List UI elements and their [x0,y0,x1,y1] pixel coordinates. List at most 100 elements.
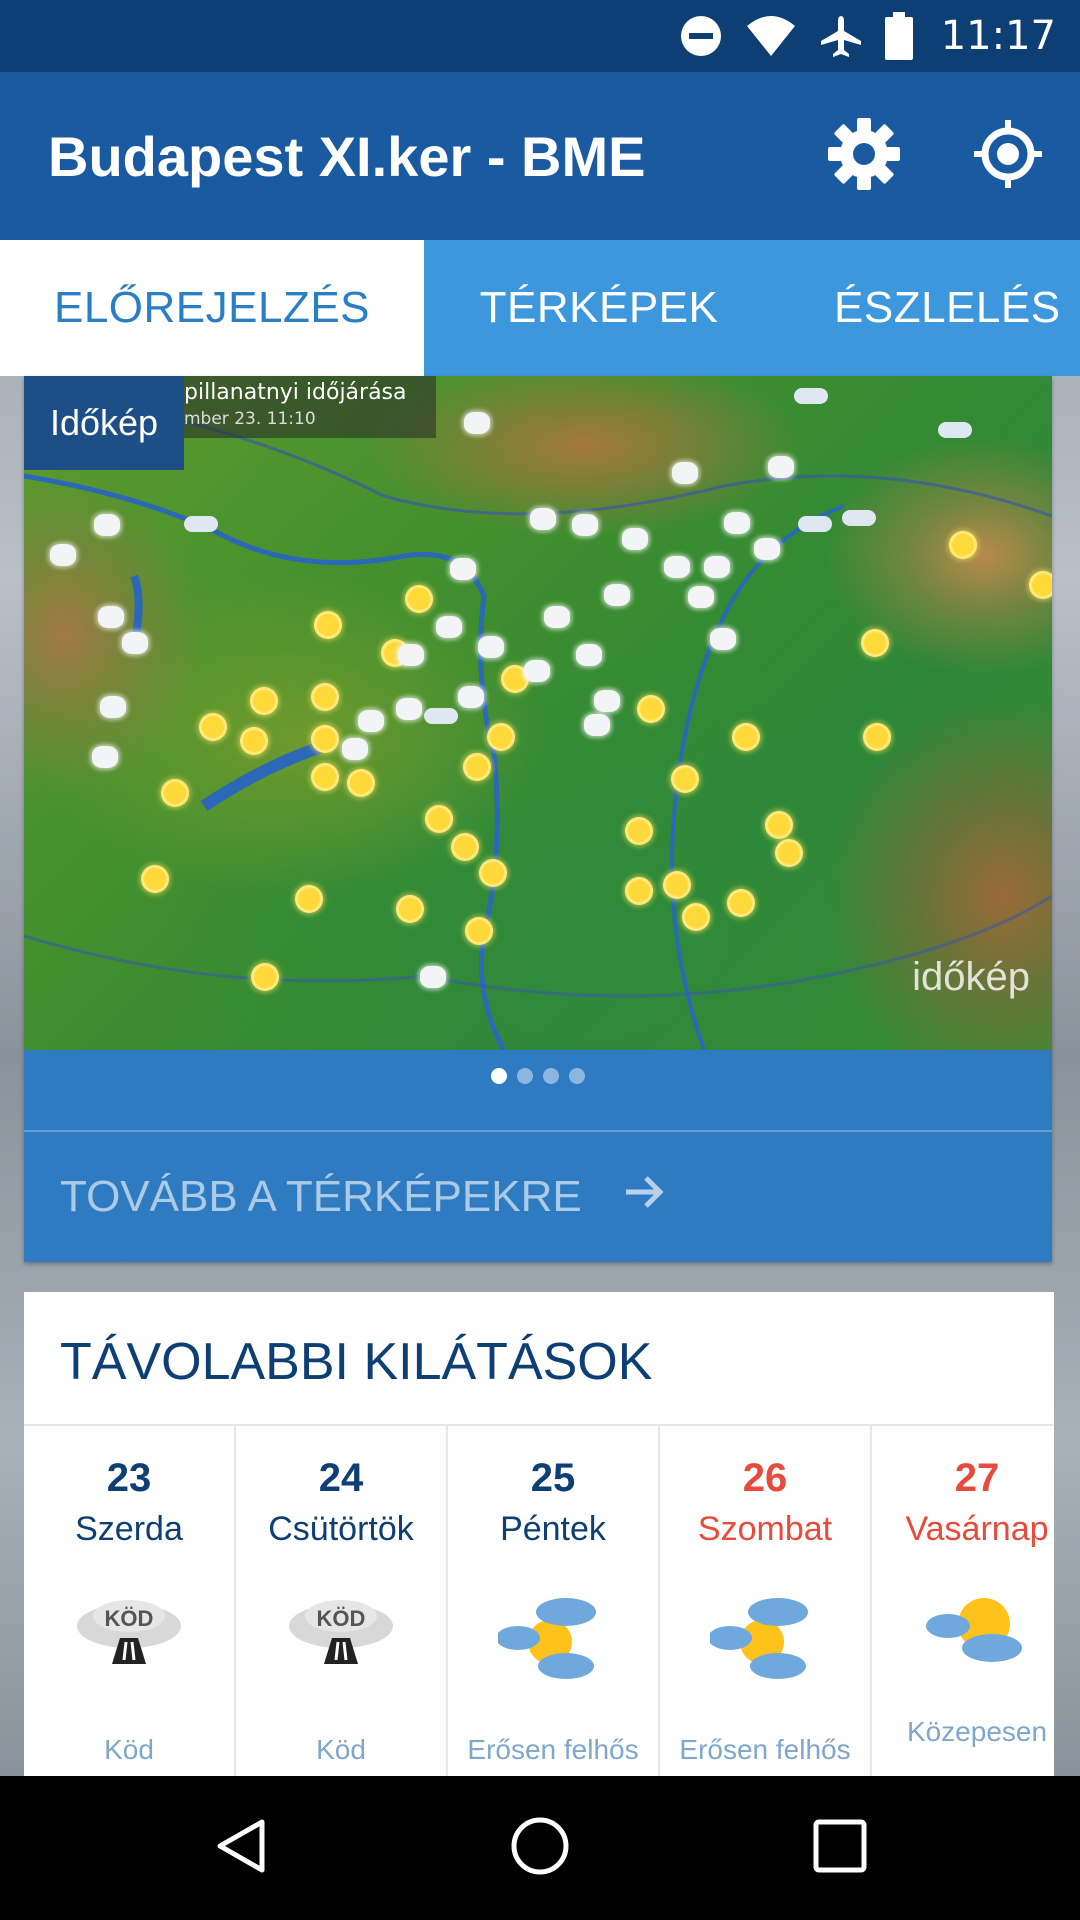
day-number: 27 [954,1456,1000,1500]
fog-marker [420,966,446,988]
settings-button[interactable] [820,112,908,200]
fog-marker [544,606,570,628]
forecast-title: TÁVOLABBI KILÁTÁSOK [60,1333,653,1391]
forecast-day[interactable]: 24 Csütörtök KÖD Köd [236,1426,448,1776]
fog-marker [98,606,124,628]
day-number: 24 [318,1456,364,1500]
sun-marker [674,768,696,790]
sun-marker [490,726,512,748]
fog-marker [704,556,730,578]
fog-icon: KÖD [286,1586,396,1686]
day-number: 23 [106,1456,152,1500]
cloud-marker [424,708,458,724]
forecast-day[interactable]: 26 Szombat Erősen felhős [660,1426,872,1776]
fog-marker [604,584,630,606]
fog-marker [458,686,484,708]
tab-maps[interactable]: TÉRKÉPEK [424,240,774,376]
map-rivers [24,394,1052,1050]
fog-marker [572,514,598,536]
sun-marker [314,686,336,708]
sun-marker [628,880,650,902]
forecast-day[interactable]: 27 Vasárnap Közepesen [872,1426,1054,1776]
arrow-right-icon [622,1170,666,1225]
recents-icon [812,1818,868,1878]
day-description: Közepesen [906,1716,1048,1747]
weather-map[interactable]: pillanatnyi időjárása mber 23. 11:10 Idő… [24,376,1052,1050]
sun-marker [350,772,372,794]
sun-marker [399,898,421,920]
fog-marker [576,644,602,666]
fog-marker [710,628,736,650]
mostly-cloudy-icon [708,1586,820,1686]
cloud-marker [938,422,972,438]
sun-marker [144,868,166,890]
day-name: Szerda [75,1510,183,1548]
page-indicator [24,1068,1052,1092]
back-icon [212,1816,272,1880]
wifi-icon [745,14,797,58]
map-badge: Időkép [24,376,184,470]
forecast-day[interactable]: 23 Szerda KÖD Köd [24,1426,236,1776]
svg-text:KÖD: KÖD [105,1606,154,1631]
recents-button[interactable] [800,1808,880,1888]
home-button[interactable] [500,1808,580,1888]
page-dot[interactable] [569,1068,585,1084]
fog-marker [436,616,462,638]
sun-marker [866,726,888,748]
location-button[interactable] [964,112,1052,200]
page-dot[interactable] [543,1068,559,1084]
sun-marker [254,966,276,988]
sun-marker [314,766,336,788]
fog-marker [396,698,422,720]
fog-marker [358,710,384,732]
sun-marker [735,726,757,748]
fog-icon: KÖD [74,1586,184,1686]
navigation-bar [0,1776,1080,1920]
day-name: Vasárnap [905,1510,1049,1548]
page-dot[interactable] [491,1068,507,1084]
fog-marker [94,514,120,536]
sun-marker [164,782,186,804]
back-button[interactable] [202,1808,282,1888]
day-name: Szombat [697,1510,833,1548]
map-caption-title: pillanatnyi időjárása [184,380,407,405]
page-dot[interactable] [517,1068,533,1084]
fog-marker [724,512,750,534]
sun-marker [314,728,336,750]
cloud-marker [798,516,832,532]
fog-marker [342,738,368,760]
do-not-disturb-icon [679,14,723,58]
fog-marker [688,586,714,608]
sun-marker [466,756,488,778]
fog-marker [100,696,126,718]
sun-marker [428,808,450,830]
tab-forecast[interactable]: ELŐREJELZÉS [0,240,424,376]
sun-marker [317,614,339,636]
more-maps-link[interactable]: TOVÁBB A TÉRKÉPEKRE [24,1132,1052,1262]
cloud-marker [842,510,876,526]
sun-marker [243,730,265,752]
fog-marker [398,644,424,666]
fog-marker [464,412,490,434]
cloud-marker [184,516,218,532]
day-description: Köd [104,1734,154,1765]
svg-text:KÖD: KÖD [317,1606,366,1631]
day-number: 26 [742,1456,788,1500]
battery-icon [884,12,913,60]
fog-marker [122,632,148,654]
sun-marker [640,698,662,720]
sun-marker [864,632,886,654]
fog-marker [664,556,690,578]
sun-marker [468,920,490,942]
gear-icon [826,116,902,196]
sun-marker [298,888,320,910]
fog-marker [92,746,118,768]
map-watermark: időkép [912,955,1030,999]
tab-observations[interactable]: ÉSZLELÉS [774,240,1080,376]
home-icon [508,1814,572,1882]
fog-marker [584,714,610,736]
sun-marker [628,820,650,842]
location-icon [972,118,1044,194]
forecast-day[interactable]: 25 Péntek Erősen felhős [448,1426,660,1776]
day-name: Csütörtök [268,1510,414,1548]
